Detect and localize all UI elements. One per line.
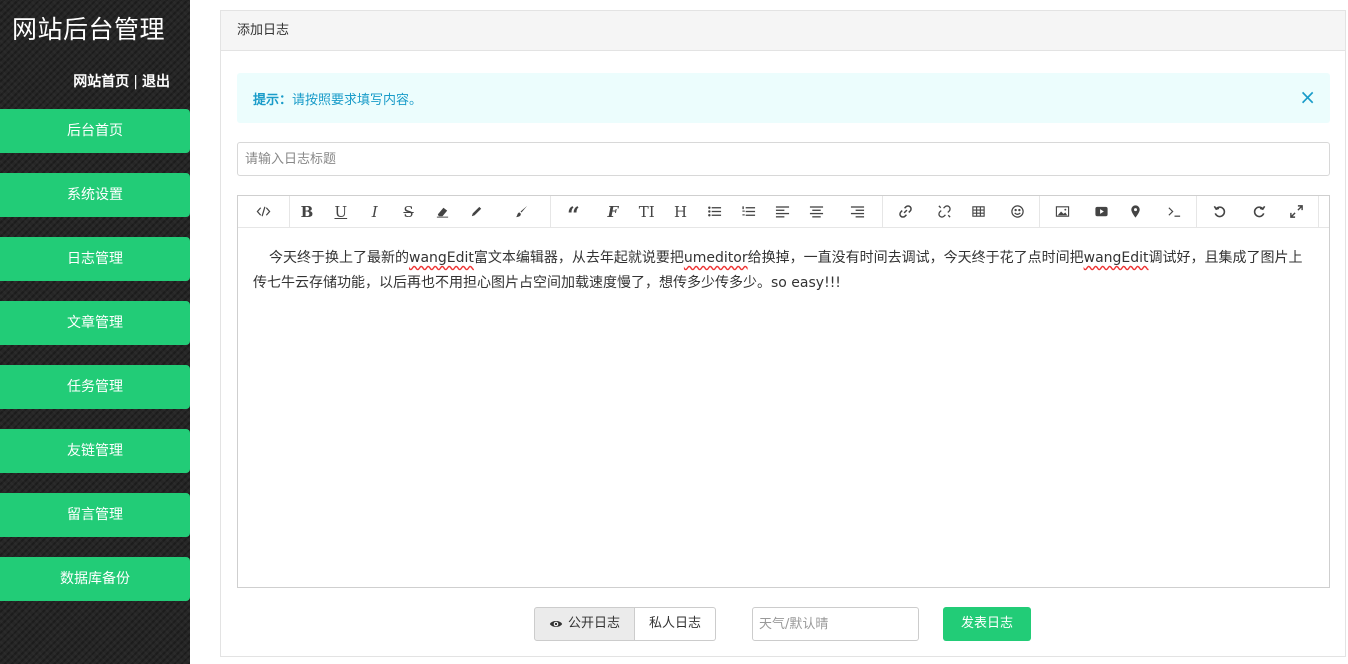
quote-icon[interactable]: “ (551, 196, 596, 229)
panel-title: 添加日志 (221, 11, 1345, 51)
private-log-button[interactable]: 私人日志 (635, 607, 717, 641)
sidebar-item-backup[interactable]: 数据库备份 (0, 557, 190, 601)
site-title: 网站后台管理 (12, 15, 166, 44)
content-text-5: 给换掉，一直没有时间去调试，今天终于花了点时间把 (747, 250, 1084, 266)
video-icon[interactable] (1085, 196, 1119, 228)
link-icon[interactable] (883, 196, 928, 228)
fullscreen-icon[interactable] (1276, 196, 1316, 228)
public-log-label: 公开日志 (568, 616, 621, 631)
content-text-2: wangEdit (409, 250, 474, 266)
content-text-4: umeditor (683, 250, 748, 266)
logout-link[interactable]: 退出 (142, 74, 170, 90)
undo-icon[interactable] (1197, 196, 1242, 228)
publish-log-button[interactable]: 发表日志 (943, 607, 1031, 641)
bold-icon[interactable]: B (290, 196, 324, 228)
visibility-toggle: 公开日志 私人日志 (534, 607, 717, 641)
align-center-icon[interactable] (799, 196, 833, 228)
add-log-panel: 添加日志 提示：请按照要求填写内容。 × B U I S (220, 10, 1346, 657)
link-separator: | (133, 74, 138, 90)
editor-content[interactable]: 今天终于换上了最新的wangEdit富文本编辑器，从去年起就说要把umedito… (238, 228, 1329, 314)
font-family-icon[interactable]: F (596, 196, 630, 228)
sidebar-item-logs[interactable]: 日志管理 (0, 237, 190, 281)
terminal-icon[interactable] (1152, 196, 1196, 228)
editor-toolbar: B U I S “ F TI H (238, 195, 1329, 229)
font-size-icon[interactable]: TI (630, 196, 664, 228)
top-links: 网站首页 | 退出 (73, 71, 170, 91)
eye-icon (549, 621, 563, 627)
sidebar-item-messages[interactable]: 留言管理 (0, 493, 190, 537)
unordered-list-icon[interactable] (698, 196, 732, 228)
sidebar-item-links[interactable]: 友链管理 (0, 429, 190, 473)
close-icon[interactable]: × (1299, 84, 1316, 110)
private-log-label: 私人日志 (649, 616, 702, 631)
ordered-list-icon[interactable] (731, 196, 765, 228)
sidebar-item-dashboard[interactable]: 后台首页 (0, 109, 190, 153)
pencil-icon[interactable] (459, 196, 493, 228)
form-footer: 公开日志 私人日志 发表日志 (221, 607, 1345, 641)
sidebar: 网站后台管理 网站首页 | 退出 后台首页 系统设置 日志管理 文章管理 任务管理 … (0, 0, 190, 664)
weather-input[interactable] (752, 607, 919, 641)
brush-icon[interactable] (493, 196, 550, 228)
content-text-3: 富文本编辑器，从去年起就说要把 (473, 250, 684, 266)
sidebar-item-tasks[interactable]: 任务管理 (0, 365, 190, 409)
alert-message: 请按照要求填写内容。 (292, 93, 423, 108)
strikethrough-icon[interactable]: S (392, 196, 426, 228)
log-title-input[interactable] (237, 142, 1330, 176)
table-icon[interactable] (962, 196, 996, 228)
code-icon[interactable] (238, 196, 289, 228)
public-log-button[interactable]: 公开日志 (534, 607, 636, 641)
redo-icon[interactable] (1242, 196, 1276, 228)
eraser-icon[interactable] (426, 196, 460, 228)
unlink-icon[interactable] (928, 196, 962, 228)
home-link[interactable]: 网站首页 (73, 74, 129, 90)
image-icon[interactable] (1040, 196, 1085, 228)
align-left-icon[interactable] (765, 196, 799, 228)
content-text-6: wangEdit (1083, 250, 1149, 266)
tip-alert: 提示：请按照要求填写内容。 × (237, 73, 1330, 123)
alert-label: 提示： (253, 93, 293, 108)
header-icon[interactable]: H (664, 196, 698, 228)
location-icon[interactable] (1119, 196, 1153, 228)
align-right-icon[interactable] (833, 196, 882, 228)
emoticon-icon[interactable] (995, 196, 1039, 228)
underline-icon[interactable]: U (324, 196, 358, 228)
sidebar-nav: 后台首页 系统设置 日志管理 文章管理 任务管理 友链管理 留言管理 数据库备份 (0, 109, 190, 621)
content-text-1: 今天终于换上了最新的 (269, 250, 409, 266)
sidebar-item-settings[interactable]: 系统设置 (0, 173, 190, 217)
italic-icon[interactable]: I (358, 196, 392, 228)
sidebar-item-articles[interactable]: 文章管理 (0, 301, 190, 345)
rich-text-editor: B U I S “ F TI H 今天终于换上了最新的wangEdit富文本编辑… (237, 195, 1330, 588)
alert-text: 提示：请按照要求填写内容。 (253, 89, 422, 108)
